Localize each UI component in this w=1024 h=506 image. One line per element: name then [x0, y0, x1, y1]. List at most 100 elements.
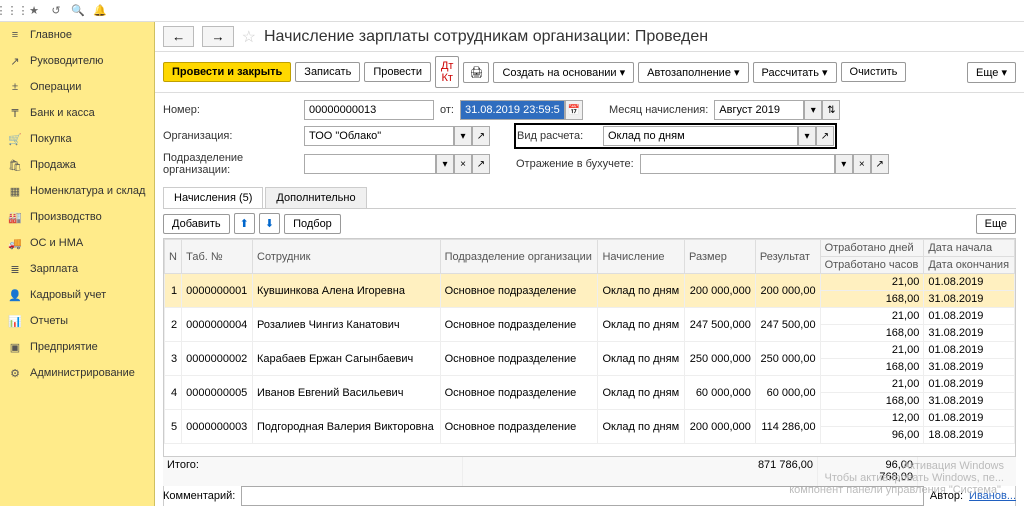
- main-toolbar: Провести и закрыть Записать Провести ДтК…: [155, 52, 1024, 93]
- tab-accruals[interactable]: Начисления (5): [163, 187, 263, 208]
- col-date-start[interactable]: Дата начала: [924, 240, 1015, 257]
- pick-button[interactable]: Подбор: [284, 214, 341, 234]
- sidebar-item-9[interactable]: ≣Зарплата: [0, 256, 154, 282]
- sidebar-item-5[interactable]: 🛍 Продажа: [0, 152, 154, 178]
- move-up-button[interactable]: ⬆: [234, 213, 255, 234]
- dropdown-icon[interactable]: ▾: [835, 154, 853, 174]
- sidebar: ≡Главное↗Руководителю±Операции₸Банк и ка…: [0, 22, 155, 506]
- table-row[interactable]: 10000000001Кувшинкова Алена ИгоревнаОсно…: [165, 274, 1015, 291]
- col-result[interactable]: Результат: [755, 240, 820, 274]
- post-and-close-button[interactable]: Провести и закрыть: [163, 62, 291, 82]
- table-row[interactable]: 30000000002Карабаев Ержан СагынбаевичОсн…: [165, 342, 1015, 359]
- post-button[interactable]: Провести: [364, 62, 431, 82]
- col-employee[interactable]: Сотрудник: [253, 240, 441, 274]
- open-icon[interactable]: ↗: [816, 126, 834, 146]
- add-button[interactable]: Добавить: [163, 214, 230, 234]
- sidebar-item-label: Продажа: [30, 159, 76, 171]
- sidebar-item-label: Предприятие: [30, 341, 98, 353]
- col-tabno[interactable]: Таб. №: [182, 240, 253, 274]
- favorite-star-icon[interactable]: ☆: [242, 27, 256, 47]
- autofill-button[interactable]: Автозаполнение ▾: [638, 62, 748, 83]
- org-field[interactable]: [304, 126, 454, 146]
- main-area: ← → ☆ Начисление зарплаты сотрудникам ор…: [155, 22, 1024, 506]
- sidebar-item-7[interactable]: 🏭Производство: [0, 204, 154, 230]
- calculate-button[interactable]: Рассчитать ▾: [753, 62, 837, 83]
- number-field[interactable]: [304, 100, 434, 120]
- col-n[interactable]: N: [165, 240, 182, 274]
- calendar-icon[interactable]: 📅: [565, 100, 583, 120]
- dtkt-icon[interactable]: ДтКт: [435, 56, 460, 88]
- open-icon[interactable]: ↗: [472, 154, 490, 174]
- table-more-button[interactable]: Еще: [976, 214, 1016, 234]
- dropdown-icon[interactable]: ▾: [454, 126, 472, 146]
- month-field[interactable]: [714, 100, 804, 120]
- open-icon[interactable]: ↗: [472, 126, 490, 146]
- author-link[interactable]: Иванов...: [969, 490, 1016, 502]
- sidebar-item-label: Руководителю: [30, 55, 103, 67]
- subdiv-field[interactable]: [304, 154, 436, 174]
- save-button[interactable]: Записать: [295, 62, 360, 82]
- sidebar-item-11[interactable]: 📊Отчеты: [0, 308, 154, 334]
- sidebar-item-label: Банк и касса: [30, 107, 95, 119]
- document-header: ← → ☆ Начисление зарплаты сотрудникам ор…: [155, 22, 1024, 52]
- table-row[interactable]: 50000000003Подгородная Валерия Викторовн…: [165, 410, 1015, 427]
- dropdown-icon[interactable]: ▾: [436, 154, 454, 174]
- table-row[interactable]: 40000000005Иванов Евгений ВасильевичОсно…: [165, 376, 1015, 393]
- move-down-button[interactable]: ⬇: [259, 213, 280, 234]
- dropdown-icon[interactable]: ▾: [804, 100, 822, 120]
- more-button[interactable]: Еще ▾: [967, 62, 1016, 83]
- sidebar-item-label: Номенклатура и склад: [30, 185, 145, 197]
- dropdown-icon[interactable]: ▾: [798, 126, 816, 146]
- date-field[interactable]: [460, 100, 565, 120]
- back-button[interactable]: ←: [163, 26, 194, 47]
- apps-icon[interactable]: ⋮⋮⋮: [4, 3, 20, 19]
- print-icon[interactable]: 🖨: [463, 62, 489, 83]
- search-icon[interactable]: 🔍: [70, 3, 86, 19]
- form-fields: Номер: от: 📅 Месяц начисления: ▾ ⇅ Орган…: [155, 93, 1024, 183]
- sidebar-icon: 🚚: [8, 236, 22, 250]
- comment-field[interactable]: [241, 486, 924, 506]
- open-icon[interactable]: ↗: [871, 154, 889, 174]
- sidebar-icon: 🛒: [8, 132, 22, 146]
- col-size[interactable]: Размер: [685, 240, 756, 274]
- col-hours[interactable]: Отработано часов: [820, 257, 924, 274]
- sidebar-icon: ≡: [8, 28, 22, 42]
- sidebar-item-10[interactable]: 👤Кадровый учет: [0, 282, 154, 308]
- sidebar-item-4[interactable]: 🛒 Покупка: [0, 126, 154, 152]
- clear-icon[interactable]: ×: [853, 154, 871, 174]
- calc-type-field[interactable]: [603, 126, 798, 146]
- sidebar-item-8[interactable]: 🚚ОС и НМА: [0, 230, 154, 256]
- sidebar-icon: ±: [8, 80, 22, 94]
- totals-result: 871 786,00: [463, 457, 818, 486]
- accounting-field[interactable]: [640, 154, 835, 174]
- star-icon[interactable]: ★: [26, 3, 42, 19]
- totals-label: Итого:: [163, 457, 463, 486]
- col-accrual[interactable]: Начисление: [598, 240, 685, 274]
- history-icon[interactable]: ↺: [48, 3, 64, 19]
- sidebar-item-6[interactable]: ▦Номенклатура и склад: [0, 178, 154, 204]
- top-toolbar: ⋮⋮⋮ ★ ↺ 🔍 🔔: [0, 0, 1024, 22]
- bell-icon[interactable]: 🔔: [92, 3, 108, 19]
- clear-button[interactable]: Очистить: [841, 62, 907, 82]
- sidebar-item-3[interactable]: ₸Банк и касса: [0, 100, 154, 126]
- sidebar-item-label: Покупка: [30, 133, 72, 145]
- sidebar-item-13[interactable]: ⚙Администрирование: [0, 360, 154, 386]
- sidebar-item-0[interactable]: ≡Главное: [0, 22, 154, 48]
- col-date-end[interactable]: Дата окончания: [924, 257, 1015, 274]
- totals-row: Итого: 871 786,00 96,00 768,00: [163, 456, 1016, 486]
- col-subdiv[interactable]: Подразделение организации: [440, 240, 598, 274]
- tab-additional[interactable]: Дополнительно: [265, 187, 366, 208]
- month-nav-icon[interactable]: ⇅: [822, 100, 840, 120]
- sidebar-icon: 🛍: [8, 158, 22, 172]
- forward-button[interactable]: →: [202, 26, 233, 47]
- sidebar-icon: 📊: [8, 314, 22, 328]
- sidebar-item-1[interactable]: ↗Руководителю: [0, 48, 154, 74]
- sidebar-item-12[interactable]: ▣Предприятие: [0, 334, 154, 360]
- from-label: от:: [440, 104, 454, 116]
- clear-icon[interactable]: ×: [454, 154, 472, 174]
- table-row[interactable]: 20000000004Розалиев Чингиз КанатовичОсно…: [165, 308, 1015, 325]
- author-label: Автор:: [930, 490, 963, 502]
- col-days[interactable]: Отработано дней: [820, 240, 924, 257]
- sidebar-item-2[interactable]: ±Операции: [0, 74, 154, 100]
- create-based-button[interactable]: Создать на основании ▾: [493, 62, 634, 83]
